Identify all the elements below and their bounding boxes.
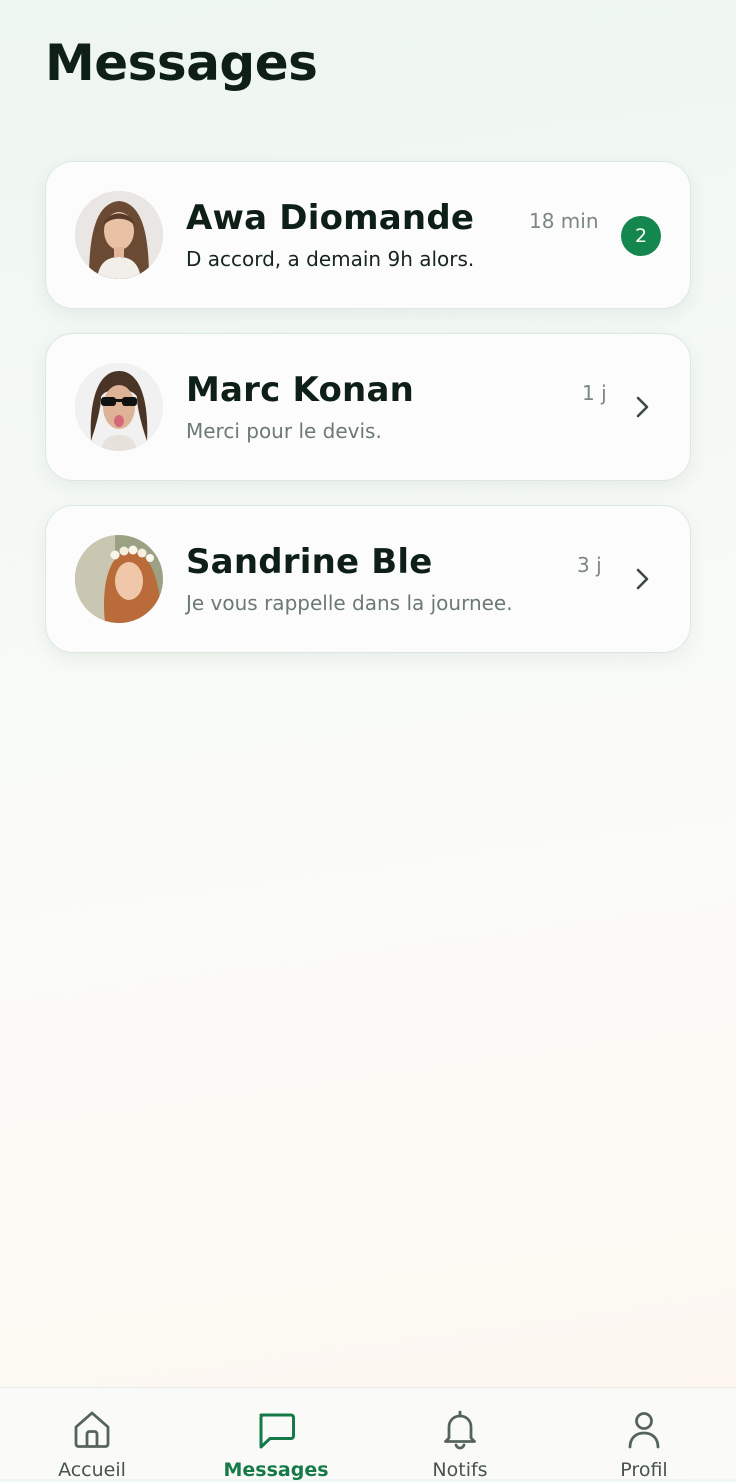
bell-icon [444, 1410, 476, 1450]
bottom-nav: Accueil Messages Notifs Profil [0, 1387, 736, 1481]
nav-label: Messages [223, 1459, 329, 1481]
conversation-item-sandrine-ble[interactable]: Sandrine Ble Je vous rappelle dans la jo… [45, 505, 691, 653]
user-icon [628, 1412, 660, 1449]
unread-badge: 2 [621, 216, 661, 256]
avatar [75, 535, 163, 623]
chevron-right-icon [636, 568, 649, 590]
nav-item-notifs[interactable]: Notifs [368, 1388, 552, 1481]
message-preview: Je vous rappelle dans la journee. [186, 591, 513, 615]
contact-name: Sandrine Ble [186, 542, 433, 582]
message-time: 18 min [529, 209, 599, 233]
nav-item-messages[interactable]: Messages [184, 1388, 368, 1481]
message-square-icon [259, 1413, 295, 1449]
message-time: 1 j [582, 381, 607, 405]
nav-label: Accueil [58, 1459, 126, 1481]
message-time: 3 j [577, 553, 602, 577]
message-preview: D accord, a demain 9h alors. [186, 247, 475, 271]
conversation-list: Awa Diomande D accord, a demain 9h alors… [45, 161, 691, 677]
nav-item-profil[interactable]: Profil [552, 1388, 736, 1481]
avatar [75, 363, 163, 451]
contact-name: Awa Diomande [186, 198, 475, 238]
chevron-right-icon [636, 396, 649, 418]
home-icon [74, 1411, 110, 1448]
nav-label: Notifs [432, 1459, 488, 1481]
nav-item-accueil[interactable]: Accueil [0, 1388, 184, 1481]
page-title: Messages [45, 34, 318, 92]
message-preview: Merci pour le devis. [186, 419, 382, 443]
nav-label: Profil [620, 1459, 668, 1481]
avatar [75, 191, 163, 279]
contact-name: Marc Konan [186, 370, 414, 410]
conversation-item-awa-diomande[interactable]: Awa Diomande D accord, a demain 9h alors… [45, 161, 691, 309]
conversation-item-marc-konan[interactable]: Marc Konan Merci pour le devis. 1 j [45, 333, 691, 481]
